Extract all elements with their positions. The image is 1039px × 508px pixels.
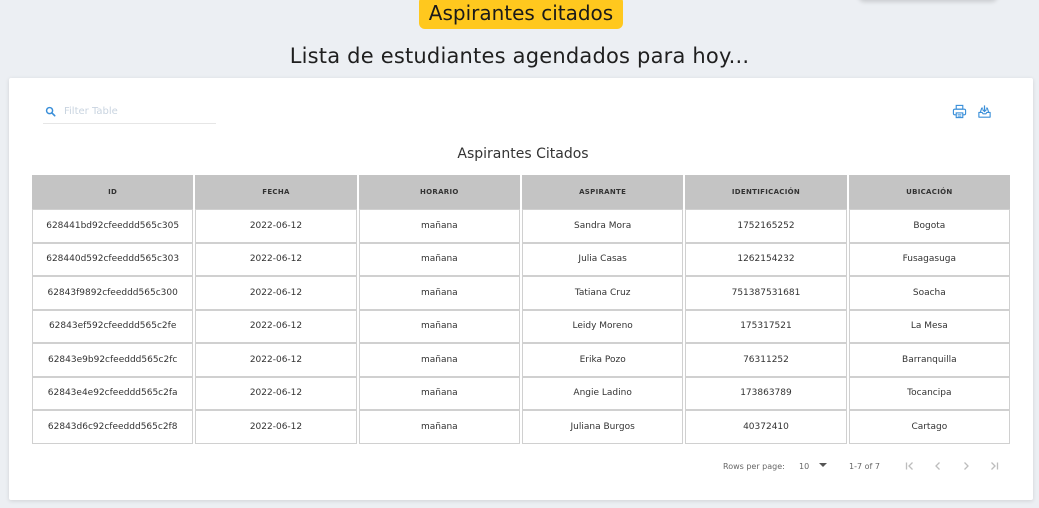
page-badge: Aspirantes citados xyxy=(419,0,623,29)
cell-id: 62843e4e92cfeeddd565c2fa xyxy=(32,376,194,410)
last-page-icon[interactable] xyxy=(987,459,1001,473)
cell-identificacion: 40372410 xyxy=(685,410,847,444)
cell-id: 62843e9b92cfeeddd565c2fc xyxy=(32,343,194,377)
previous-page-icon[interactable] xyxy=(931,459,945,473)
cell-ubicacion: Soacha xyxy=(848,276,1010,310)
cell-aspirante: Angie Ladino xyxy=(521,376,684,410)
cell-aspirante: Erika Pozo xyxy=(521,343,684,377)
cell-horario: mañana xyxy=(358,410,520,444)
column-header-horario[interactable]: HORARIO xyxy=(358,175,520,209)
rows-per-page-label: Rows per page: xyxy=(723,462,785,471)
table-row[interactable]: 628440d592cfeeddd565c303 2022-06-12 maña… xyxy=(32,242,1010,276)
cell-ubicacion: Cartago xyxy=(848,410,1010,444)
cell-fecha: 2022-06-12 xyxy=(195,343,357,377)
cell-identificacion: 175317521 xyxy=(685,309,847,343)
table-row[interactable]: 62843e9b92cfeeddd565c2fc 2022-06-12 maña… xyxy=(32,343,1010,377)
cell-horario: mañana xyxy=(358,242,520,276)
cell-ubicacion: Barranquilla xyxy=(848,343,1010,377)
pagination-nav xyxy=(903,459,1001,473)
cell-identificacion: 1752165252 xyxy=(685,209,847,243)
table-row[interactable]: 628441bd92cfeeddd565c305 2022-06-12 maña… xyxy=(32,209,1010,243)
search-icon xyxy=(45,106,56,117)
table-row[interactable]: 62843f9892cfeeddd565c300 2022-06-12 maña… xyxy=(32,276,1010,310)
cell-identificacion: 76311252 xyxy=(685,343,847,377)
table-title: Aspirantes Citados xyxy=(457,146,589,162)
cell-id: 628441bd92cfeeddd565c305 xyxy=(32,209,194,243)
cell-identificacion: 751387531681 xyxy=(685,276,847,310)
cell-fecha: 2022-06-12 xyxy=(195,376,357,410)
cell-horario: mañana xyxy=(358,376,520,410)
cell-horario: mañana xyxy=(358,309,520,343)
table-row[interactable]: 62843ef592cfeeddd565c2fe 2022-06-12 maña… xyxy=(32,309,1010,343)
page-badge-label: Aspirantes citados xyxy=(428,0,614,25)
pagination-bar: Rows per page: 10 1-7 of 7 xyxy=(9,459,1033,475)
cell-aspirante: Leidy Moreno xyxy=(521,309,684,343)
cell-aspirante: Julia Casas xyxy=(521,242,684,276)
download-icon[interactable] xyxy=(977,104,992,119)
cell-id: 62843d6c92cfeeddd565c2f8 xyxy=(32,410,194,444)
cell-fecha: 2022-06-12 xyxy=(195,276,357,310)
cell-identificacion: 173863789 xyxy=(685,376,847,410)
cell-ubicacion: Fusagasuga xyxy=(848,242,1010,276)
column-header-id[interactable]: ID xyxy=(32,175,194,209)
cell-horario: mañana xyxy=(358,209,520,243)
table-panel: Aspirantes Citados ID FECHA HORARIO ASPI… xyxy=(9,78,1033,500)
first-page-icon[interactable] xyxy=(903,459,917,473)
table-header-row: ID FECHA HORARIO ASPIRANTE IDENTIFICACIÓ… xyxy=(32,175,1010,209)
column-header-ubicacion[interactable]: UBICACIÓN xyxy=(848,175,1010,209)
table-row[interactable]: 62843e4e92cfeeddd565c2fa 2022-06-12 maña… xyxy=(32,376,1010,410)
cell-id: 62843f9892cfeeddd565c300 xyxy=(32,276,194,310)
cell-id: 628440d592cfeeddd565c303 xyxy=(32,242,194,276)
aspirants-table: ID FECHA HORARIO ASPIRANTE IDENTIFICACIÓ… xyxy=(30,175,1012,444)
table-tools xyxy=(952,104,992,119)
cell-aspirante: Sandra Mora xyxy=(521,209,684,243)
cell-fecha: 2022-06-12 xyxy=(195,309,357,343)
cell-aspirante: Juliana Burgos xyxy=(521,410,684,444)
pagination-range: 1-7 of 7 xyxy=(849,462,880,471)
page-subtitle: Lista de estudiantes agendados para hoy.… xyxy=(289,44,750,68)
column-header-identificacion[interactable]: IDENTIFICACIÓN xyxy=(685,175,847,209)
cell-horario: mañana xyxy=(358,343,520,377)
cell-id: 62843ef592cfeeddd565c2fe xyxy=(32,309,194,343)
cell-aspirante: Tatiana Cruz xyxy=(521,276,684,310)
next-page-icon[interactable] xyxy=(959,459,973,473)
cell-ubicacion: La Mesa xyxy=(848,309,1010,343)
printer-icon[interactable] xyxy=(952,104,967,119)
filter-table-input[interactable] xyxy=(64,106,204,117)
cell-fecha: 2022-06-12 xyxy=(195,242,357,276)
cell-ubicacion: Tocancipa xyxy=(848,376,1010,410)
cell-fecha: 2022-06-12 xyxy=(195,209,357,243)
cell-ubicacion: Bogota xyxy=(848,209,1010,243)
column-header-fecha[interactable]: FECHA xyxy=(195,175,357,209)
cell-fecha: 2022-06-12 xyxy=(195,410,357,444)
table-row[interactable]: 62843d6c92cfeeddd565c2f8 2022-06-12 maña… xyxy=(32,410,1010,444)
chevron-down-icon[interactable] xyxy=(819,463,827,467)
cell-horario: mañana xyxy=(358,276,520,310)
column-header-aspirante[interactable]: ASPIRANTE xyxy=(521,175,684,209)
cell-identificacion: 1262154232 xyxy=(685,242,847,276)
rows-per-page-select[interactable]: 10 xyxy=(799,462,809,471)
filter-box xyxy=(43,100,216,124)
